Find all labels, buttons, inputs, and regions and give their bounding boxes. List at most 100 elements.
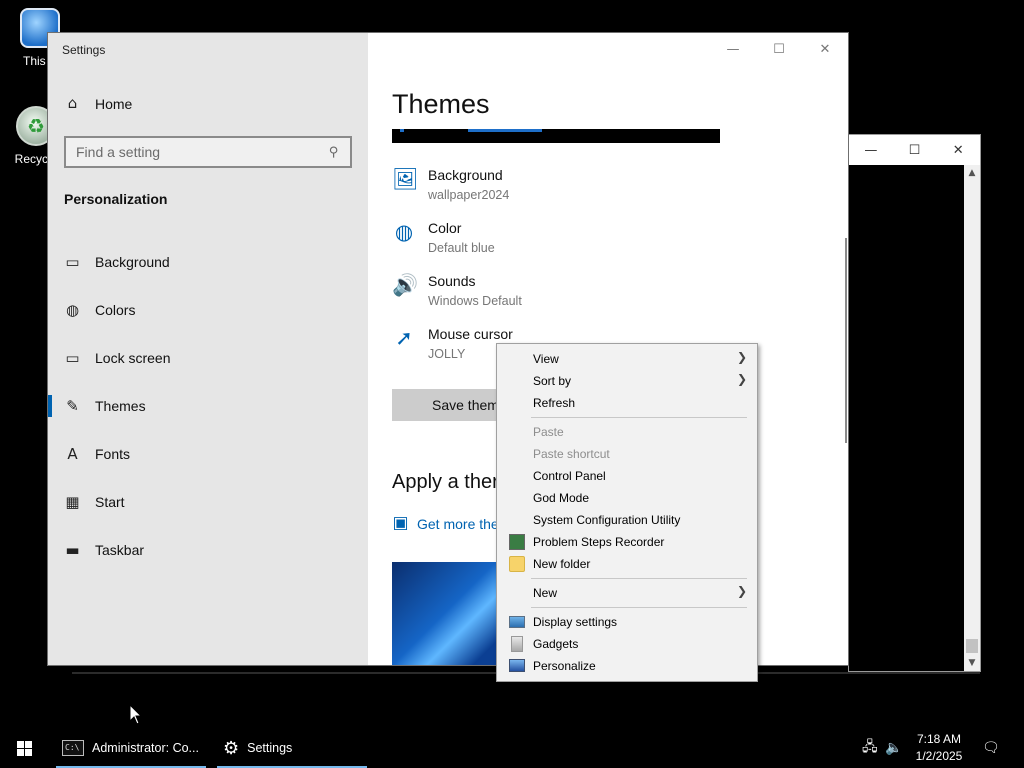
menu-item-new[interactable]: New ❯ <box>499 582 755 604</box>
search-box[interactable]: ⚲ <box>64 136 352 168</box>
menu-item-control-panel[interactable]: Control Panel <box>499 465 755 487</box>
setting-value: Default blue <box>428 241 495 255</box>
chevron-right-icon: ❯ <box>736 372 747 386</box>
menu-item-paste-shortcut: Paste shortcut <box>499 443 755 465</box>
sidebar-item-label: Lock screen <box>95 350 171 366</box>
picture-icon: 🖼 <box>392 167 419 191</box>
console-window[interactable]: — ☐ ✕ ▲ ▼ <box>848 134 981 672</box>
notification-icon[interactable]: 🗨 <box>982 728 1000 768</box>
taskbar-item-label: Administrator: Co... <box>92 741 199 755</box>
setting-value: wallpaper2024 <box>428 188 510 202</box>
menu-item-god-mode[interactable]: God Mode <box>499 487 755 509</box>
home-link[interactable]: ⌂ Home <box>64 94 133 112</box>
menu-item-label: Control Panel <box>533 469 606 483</box>
themes-icon: ✎ <box>66 396 79 415</box>
menu-item-sort-by[interactable]: Sort by ❯ <box>499 370 755 392</box>
theme-thumbnail[interactable] <box>392 562 512 665</box>
menu-item-system-configuration[interactable]: System Configuration Utility <box>499 509 755 531</box>
sidebar-item-label: Fonts <box>95 446 131 462</box>
sidebar-item-taskbar[interactable]: ▬ Taskbar <box>48 526 368 574</box>
setting-value: Windows Default <box>428 294 522 308</box>
console-minimize-button[interactable]: — <box>849 135 893 165</box>
setting-name: Color <box>428 220 462 236</box>
folder-icon <box>509 556 525 572</box>
taskbar-icon: ▬ <box>65 540 80 559</box>
apply-theme-heading: Apply a ther <box>392 471 499 493</box>
sidebar-item-label: Start <box>95 494 125 510</box>
content-scrollbar[interactable] <box>845 238 847 443</box>
theme-mouse-cursor-setting[interactable]: ➚ Mouse cursor JOLLY <box>392 326 513 361</box>
menu-item-label: Paste shortcut <box>533 447 610 461</box>
menu-item-label: Gadgets <box>533 637 579 651</box>
gadgets-icon <box>511 636 523 652</box>
menu-separator <box>531 417 747 418</box>
menu-item-label: God Mode <box>533 491 590 505</box>
chevron-right-icon: ❯ <box>736 584 747 598</box>
mouse-pointer-icon <box>129 704 143 725</box>
menu-item-refresh[interactable]: Refresh <box>499 392 755 414</box>
menu-item-label: Sort by <box>533 374 572 388</box>
menu-item-new-folder[interactable]: New folder <box>499 553 755 575</box>
menu-item-label: View <box>533 352 559 366</box>
menu-item-problem-steps-recorder[interactable]: Problem Steps Recorder <box>499 531 755 553</box>
console-scroll-thumb[interactable] <box>966 639 978 653</box>
menu-item-gadgets[interactable]: Gadgets <box>499 633 755 655</box>
search-input[interactable] <box>76 144 316 160</box>
console-titlebar[interactable]: — ☐ ✕ <box>849 135 980 165</box>
palette-icon: ◍ <box>394 220 414 244</box>
theme-preview <box>392 129 720 143</box>
chevron-right-icon: ❯ <box>736 350 747 364</box>
menu-item-label: Paste <box>533 425 564 439</box>
sidebar-item-start[interactable]: ▦ Start <box>48 478 368 526</box>
sidebar-item-background[interactable]: ▭ Background <box>48 238 368 286</box>
network-icon[interactable]: 🖧 <box>862 728 878 768</box>
sidebar-item-colors[interactable]: ◍ Colors <box>48 286 368 334</box>
settings-nav: ▭ Background ◍ Colors ▭ Lock screen ✎ Th… <box>48 238 368 574</box>
theme-background-setting[interactable]: 🖼 Background wallpaper2024 <box>392 167 509 202</box>
sidebar-item-themes[interactable]: ✎ Themes <box>48 382 368 430</box>
get-more-themes-link[interactable]: ▣ Get more the <box>392 515 499 532</box>
search-icon[interactable]: ⚲ <box>325 144 342 161</box>
taskbar-item-label: Settings <box>247 741 293 755</box>
palette-icon: ◍ <box>65 300 80 319</box>
clock-date: 1/2/2025 <box>915 749 963 763</box>
menu-item-label: New folder <box>533 557 591 571</box>
console-close-button[interactable]: ✕ <box>936 135 980 165</box>
menu-item-label: Problem Steps Recorder <box>533 535 665 549</box>
menu-item-personalize[interactable]: Personalize <box>499 655 755 677</box>
setting-name: Background <box>428 167 503 183</box>
taskbar: C:\ Administrator: Co... ⚙ Settings 🖧 🔈 … <box>0 728 1024 768</box>
fonts-icon: A <box>67 444 78 463</box>
volume-icon[interactable]: 🔈 <box>885 728 902 768</box>
setting-name: Mouse cursor <box>428 326 513 342</box>
link-label: Get more the <box>417 515 499 532</box>
menu-item-view[interactable]: View ❯ <box>499 348 755 370</box>
menu-item-label: System Configuration Utility <box>533 513 681 527</box>
sidebar-item-fonts[interactable]: A Fonts <box>48 430 368 478</box>
theme-color-setting[interactable]: ◍ Color Default blue <box>392 220 495 255</box>
taskbar-clock[interactable]: 7:18 AM 1/2/2025 <box>906 731 972 765</box>
personalize-icon <box>509 659 525 672</box>
menu-item-display-settings[interactable]: Display settings <box>499 611 755 633</box>
home-label: Home <box>95 95 133 112</box>
menu-item-label: New <box>533 586 558 600</box>
taskbar-item-settings[interactable]: ⚙ Settings <box>217 728 367 768</box>
display-icon <box>509 616 525 628</box>
home-icon: ⌂ <box>67 94 78 112</box>
speaker-icon: 🔊 <box>392 273 419 297</box>
settings-sidebar: Settings ⌂ Home ⚲ Personalization ▭ Back… <box>48 33 368 665</box>
lock-screen-icon: ▭ <box>65 348 80 367</box>
taskbar-item-command-prompt[interactable]: C:\ Administrator: Co... <box>56 728 206 768</box>
scroll-up-icon[interactable]: ▲ <box>964 165 980 181</box>
sidebar-item-label: Background <box>95 254 170 270</box>
sidebar-item-label: Taskbar <box>95 542 145 558</box>
start-button[interactable] <box>0 728 48 768</box>
menu-item-label: Display settings <box>533 615 618 629</box>
console-maximize-button[interactable]: ☐ <box>893 135 937 165</box>
scroll-down-icon[interactable]: ▼ <box>964 655 980 671</box>
sidebar-item-label: Themes <box>95 398 146 414</box>
console-output[interactable] <box>849 165 964 671</box>
console-scrollbar[interactable]: ▲ ▼ <box>964 165 980 671</box>
sidebar-item-lock-screen[interactable]: ▭ Lock screen <box>48 334 368 382</box>
theme-sounds-setting[interactable]: 🔊 Sounds Windows Default <box>392 273 522 308</box>
